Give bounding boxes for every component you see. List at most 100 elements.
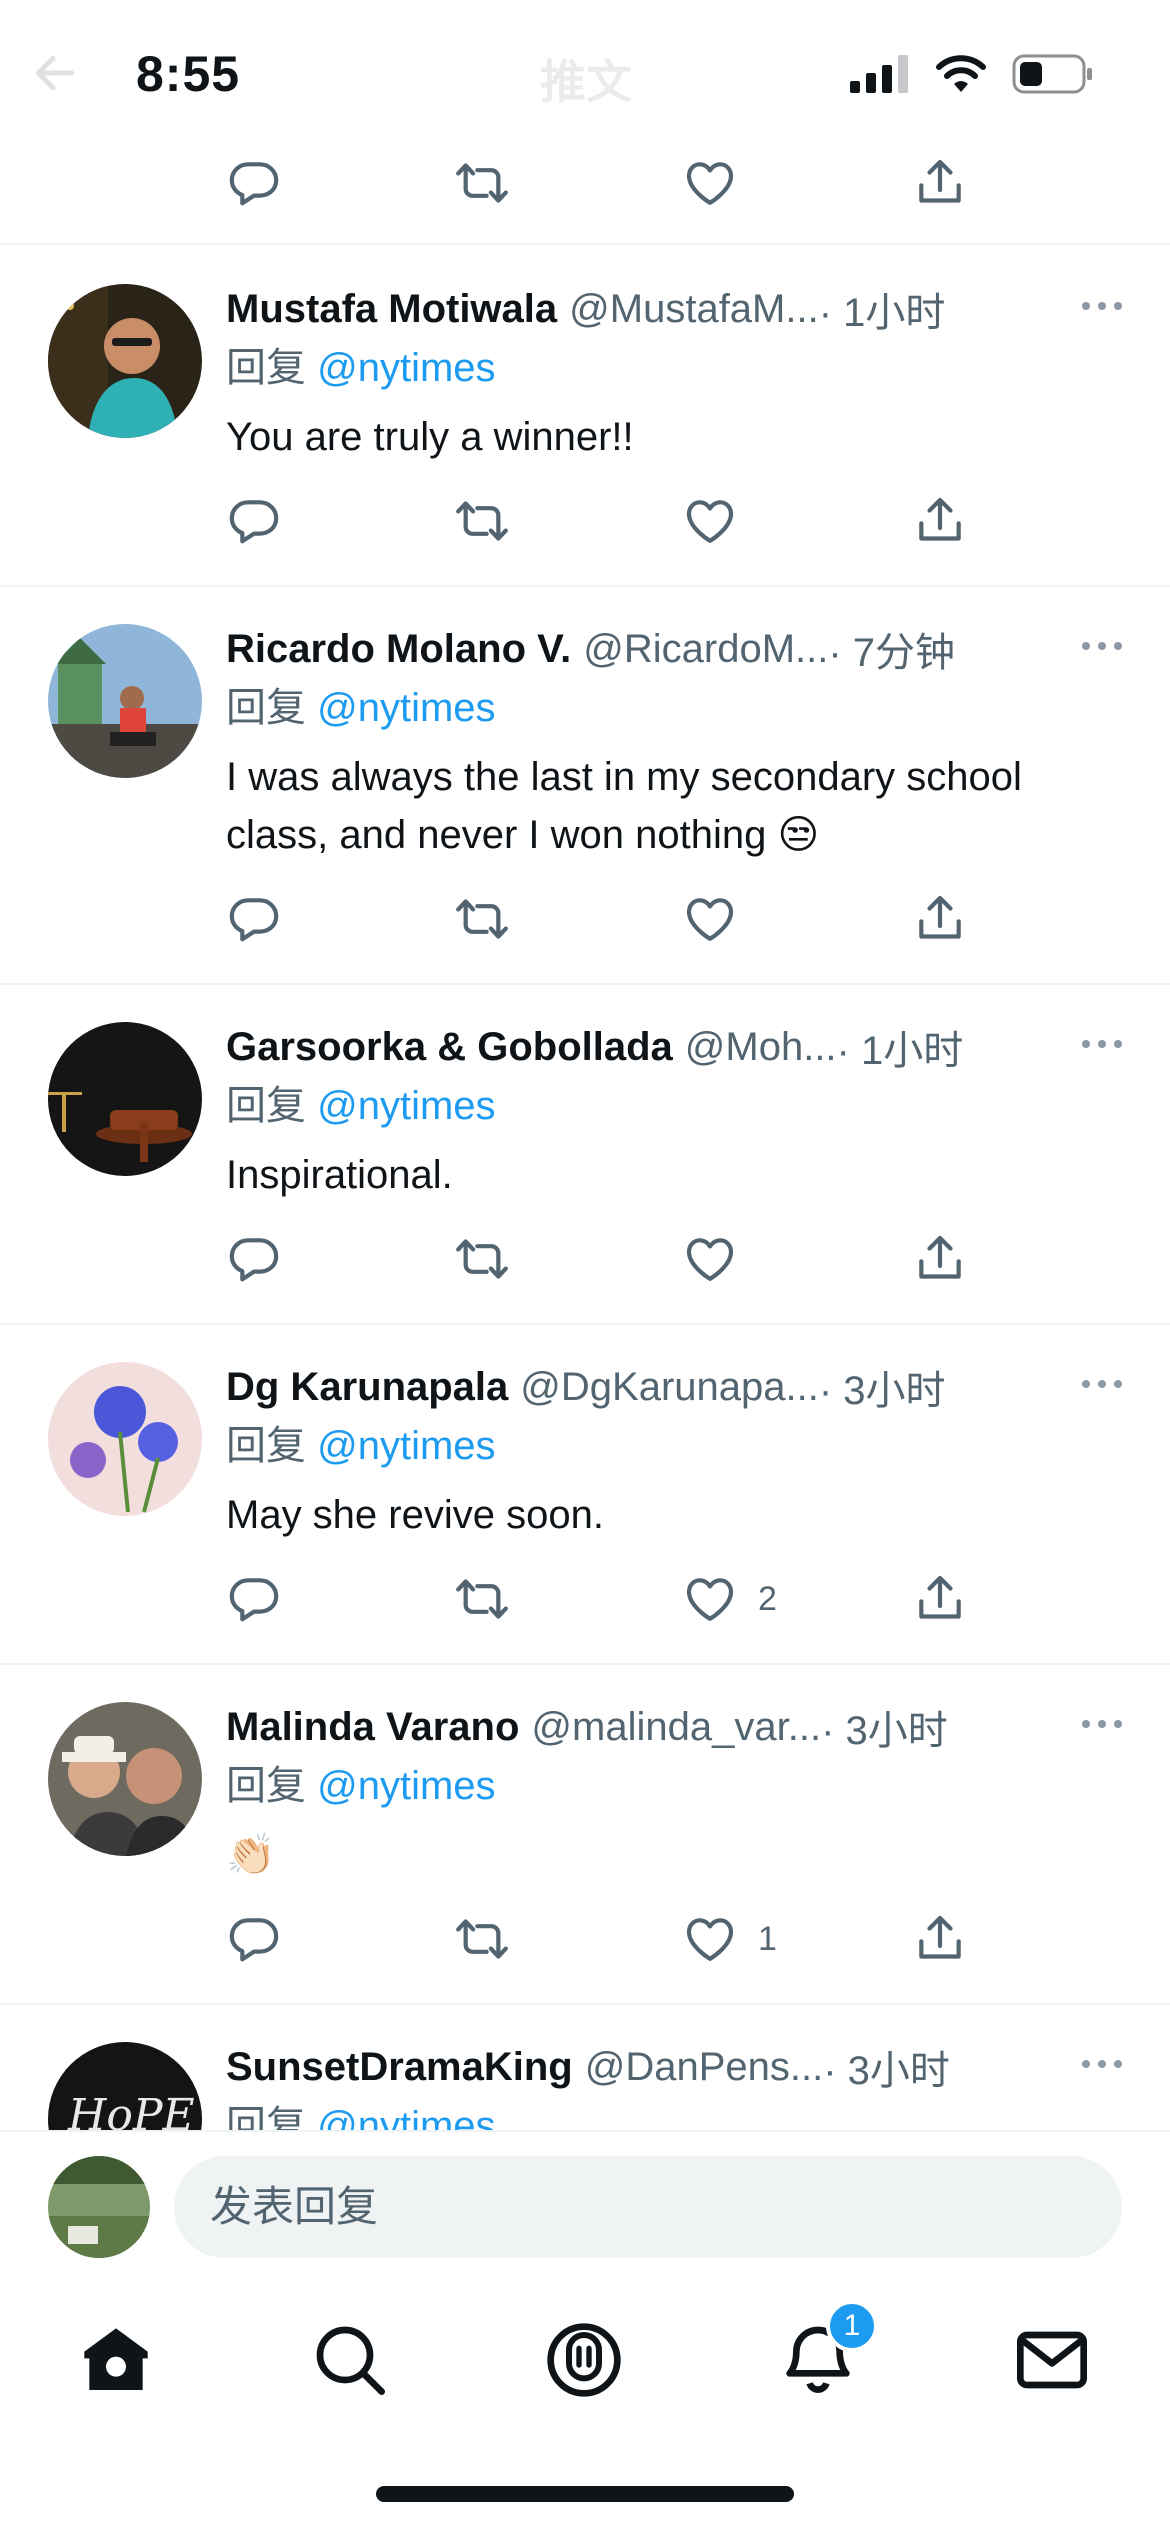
retweet-button[interactable] (452, 889, 512, 949)
author-name[interactable]: Garsoorka & Gobollada (226, 1025, 673, 1070)
tweet-time: · 1小时 (818, 291, 946, 335)
retweet-icon (452, 891, 512, 947)
reply-button[interactable] (226, 889, 282, 949)
tweet-actions (226, 889, 986, 949)
home-indicator[interactable] (376, 2486, 794, 2502)
author-handle[interactable]: @Moh... (685, 1025, 837, 1070)
retweet-button[interactable] (452, 153, 512, 213)
reply-context: 回复 @nytimes (226, 1076, 1126, 1136)
reply-feed[interactable]: Mustafa Motiwala @MustafaM... · 1小时 回复 @… (0, 0, 1170, 2130)
share-button[interactable] (912, 491, 968, 551)
avatar[interactable] (48, 1362, 202, 1516)
reply-icon (226, 1911, 282, 1967)
mention-link[interactable]: @nytimes (317, 1424, 495, 1468)
back-arrow-icon[interactable] (30, 48, 80, 98)
share-button[interactable] (912, 1569, 968, 1629)
tweet-text: 👏🏻 (226, 1833, 276, 1877)
like-button[interactable] (682, 491, 758, 551)
mention-link[interactable]: @nytimes (317, 686, 495, 730)
avatar[interactable]: HoPE (48, 2042, 202, 2130)
status-icons (850, 54, 1094, 94)
retweet-button[interactable] (452, 491, 512, 551)
previous-tweet-actions (0, 145, 1170, 245)
mention-link[interactable]: @nytimes (317, 1764, 495, 1808)
share-icon (912, 155, 968, 211)
reply-context: 回复 @nytimes (226, 678, 1126, 738)
mention-link[interactable]: @nytimes (317, 1084, 495, 1128)
author-handle[interactable]: @malinda_var... (531, 1705, 821, 1750)
like-button[interactable] (682, 889, 758, 949)
avatar[interactable] (48, 2156, 150, 2258)
reply-icon (226, 1231, 282, 1287)
reply-prefix: 回复 (226, 1424, 318, 1468)
author-handle[interactable]: @DgKarunapa... (520, 1365, 819, 1410)
reply-icon (226, 493, 282, 549)
author-name[interactable]: Dg Karunapala (226, 1365, 508, 1410)
retweet-icon (452, 1571, 512, 1627)
more-icon[interactable] (1078, 1369, 1126, 1399)
more-icon[interactable] (1078, 1029, 1126, 1059)
reply-button[interactable] (226, 491, 282, 551)
author-name[interactable]: SunsetDramaKing (226, 2045, 573, 2090)
tweet-time: · 3小时 (821, 1709, 948, 1753)
home-icon[interactable] (76, 2320, 156, 2400)
retweet-button[interactable] (452, 1909, 512, 1969)
like-button[interactable]: 2 (682, 1569, 777, 1629)
avatar[interactable] (48, 624, 202, 778)
author-name[interactable]: Ricardo Molano V. (226, 627, 571, 672)
tweet-item[interactable]: Dg Karunapala @DgKarunapa... · 3小时 回复 @n… (0, 1325, 1170, 1665)
clock: 8:55 (136, 46, 241, 102)
heart-icon (682, 493, 738, 549)
avatar[interactable] (48, 1022, 202, 1176)
messages-icon[interactable] (1012, 2320, 1092, 2400)
share-button[interactable] (912, 1229, 968, 1289)
mention-link[interactable]: @nytimes (317, 2104, 495, 2130)
tweet-item[interactable]: HoPE SunsetDramaKing @DanPens... · 3小时 回… (0, 2005, 1170, 2130)
avatar[interactable] (48, 284, 202, 438)
spaces-icon[interactable] (544, 2320, 624, 2400)
author-name[interactable]: Mustafa Motiwala (226, 287, 557, 332)
author-handle[interactable]: @DanPens... (585, 2045, 824, 2090)
more-icon[interactable] (1078, 291, 1126, 321)
tweet-time: · 7分钟 (828, 631, 956, 675)
tweet-actions (226, 1229, 986, 1289)
more-icon[interactable] (1078, 2049, 1126, 2079)
reply-button[interactable] (226, 153, 282, 213)
retweet-icon (452, 493, 512, 549)
reply-input[interactable]: 发表回复 (174, 2156, 1122, 2258)
like-button[interactable] (682, 1229, 758, 1289)
tweet-item[interactable]: Ricardo Molano V. @RicardoM... · 7分钟 回复 … (0, 587, 1170, 985)
like-button[interactable] (682, 153, 738, 213)
like-count: 1 (758, 1919, 777, 1958)
heart-icon (682, 1571, 738, 1627)
share-button[interactable] (912, 889, 968, 949)
tweet-item[interactable]: Garsoorka & Gobollada @Moh... · 1小时 回复 @… (0, 985, 1170, 1325)
retweet-button[interactable] (452, 1569, 512, 1629)
more-icon[interactable] (1078, 631, 1126, 661)
more-icon[interactable] (1078, 1709, 1126, 1739)
reply-prefix: 回复 (226, 2104, 318, 2130)
reply-button[interactable] (226, 1569, 282, 1629)
reply-button[interactable] (226, 1229, 282, 1289)
author-handle[interactable]: @MustafaM... (569, 287, 819, 332)
author-handle[interactable]: @RicardoM... (583, 627, 828, 672)
reply-composer: 发表回复 (0, 2130, 1170, 2280)
tweet-item[interactable]: Malinda Varano @malinda_var... · 3小时 回复 … (0, 1665, 1170, 2005)
mention-link[interactable]: @nytimes (317, 346, 495, 390)
tweet-header: SunsetDramaKing @DanPens... · 3小时 (226, 2038, 1126, 2096)
share-icon (912, 493, 968, 549)
reply-button[interactable] (226, 1909, 282, 1969)
avatar[interactable] (48, 1702, 202, 1856)
reply-prefix: 回复 (226, 686, 318, 730)
heart-icon (682, 1231, 738, 1287)
reply-prefix: 回复 (226, 346, 318, 390)
retweet-button[interactable] (452, 1229, 512, 1289)
share-button[interactable] (912, 1909, 968, 1969)
search-icon[interactable] (310, 2320, 390, 2400)
tweet-item[interactable]: Mustafa Motiwala @MustafaM... · 1小时 回复 @… (0, 247, 1170, 587)
reply-prefix: 回复 (226, 1084, 318, 1128)
like-button[interactable]: 1 (682, 1909, 777, 1969)
retweet-icon (452, 1911, 512, 1967)
share-button[interactable] (912, 153, 968, 213)
author-name[interactable]: Malinda Varano (226, 1705, 519, 1750)
